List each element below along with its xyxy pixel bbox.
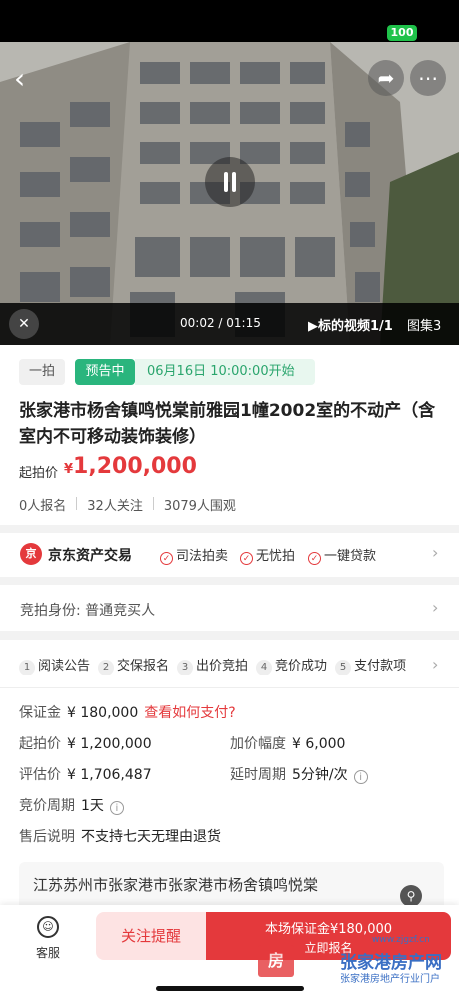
stats-row: 0人报名 32人关注 3079人围观 [19, 495, 236, 514]
extension-value: 5分钟/次 [292, 767, 348, 783]
more-button[interactable]: ⋯ [410, 60, 446, 96]
chevron-right-icon: › [432, 655, 439, 674]
appraisal-label: 评估价 [19, 767, 61, 783]
badge-label: 一键贷款 [324, 549, 377, 564]
aftersale-value: 不支持七天无理由退货 [81, 829, 221, 845]
share-button[interactable]: ➦ [368, 60, 404, 96]
divider [0, 687, 459, 688]
watermark-url: www.zjgzf.cn [372, 935, 430, 945]
start-time-tag: 06月16日 10:00:00开始 [135, 359, 315, 385]
gallery-tab[interactable]: 图集3 [407, 315, 441, 334]
aftersale-label: 售后说明 [19, 829, 75, 845]
start-price-row: 起拍价 ¥ 1,200,000 [19, 733, 152, 753]
step-item: 1 阅读公告 [19, 655, 90, 675]
share-icon: ➦ [377, 66, 395, 90]
mute-button[interactable]: ✕ [9, 309, 39, 339]
signup-count: 0人报名 [19, 499, 67, 514]
start-price-label: 起拍价 [19, 466, 59, 481]
start-label: 起拍价 [19, 736, 61, 752]
customer-service-icon[interactable]: ☺ [37, 916, 59, 938]
jd-logo-icon: 京 [20, 543, 42, 565]
deposit-row: 保证金 ¥ 180,000 查看如何支付? [19, 702, 236, 722]
bidder-identity: 竞拍身份: 普通竞买人 [20, 603, 156, 619]
info-icon[interactable]: i [353, 770, 368, 784]
chevron-right-icon: › [432, 543, 439, 562]
video-tab[interactable]: ▶标的视频1/1 [308, 315, 393, 334]
badge-label: 无忧拍 [256, 549, 296, 564]
appraisal-value: ¥ 1,706,487 [67, 767, 152, 783]
aftersale-row: 售后说明 不支持七天无理由退货 [19, 826, 221, 846]
cycle-row: 竞价周期 1天 i [19, 795, 124, 815]
increment-row: 加价幅度 ¥ 6,000 [230, 733, 345, 753]
auction-detail-page: 100 ‹ ➦ ⋯ ✕ 00:02 / 01:15 ▶标的视频1/1 图集3 一… [0, 0, 459, 999]
view-count: 3079人围观 [163, 499, 236, 514]
badge-judicial: ✓ 司法拍卖 [160, 545, 228, 565]
how-to-pay-link[interactable]: 查看如何支付? [144, 705, 235, 721]
info-icon[interactable]: i [109, 801, 124, 815]
start-price-value: 1,200,000 [73, 454, 197, 479]
start-value: ¥ 1,200,000 [67, 736, 152, 752]
step-item: 4 竞价成功 [256, 655, 327, 675]
divider [152, 497, 154, 510]
start-price: ¥1,200,000 [64, 454, 197, 479]
badge-worry-free: ✓ 无忧拍 [240, 545, 295, 565]
deposit-value: ¥ 180,000 [67, 705, 139, 721]
increment-value: ¥ 6,000 [292, 736, 346, 752]
follow-reminder-button[interactable]: 关注提醒 [96, 912, 206, 960]
watermark-logo: 房 [258, 945, 294, 977]
step-item: 3 出价竞拍 [177, 655, 248, 675]
increment-label: 加价幅度 [230, 736, 286, 752]
chevron-right-icon: › [432, 598, 439, 617]
home-indicator[interactable] [156, 986, 304, 991]
watermark-subtitle: 张家港房地产行业门户 [340, 974, 440, 985]
back-icon[interactable]: ‹ [14, 65, 40, 93]
speaker-mute-icon: ✕ [18, 316, 30, 332]
badge-label: 司法拍卖 [176, 549, 229, 564]
appraisal-row: 评估价 ¥ 1,706,487 [19, 764, 152, 784]
location-pin-icon[interactable]: ⚲ [400, 885, 422, 907]
cycle-label: 竞价周期 [19, 798, 75, 814]
video-time: 00:02 / 01:15 [180, 316, 261, 330]
step-item: 2 交保报名 [98, 655, 169, 675]
badge-loan: ✓ 一键贷款 [308, 545, 376, 565]
customer-service-label[interactable]: 客服 [36, 944, 60, 961]
listing-title: 张家港市杨舍镇鸣悦棠前雅园1幢2002室的不动产（含室内不可移动装饰装修） [19, 401, 436, 447]
more-icon: ⋯ [418, 66, 438, 90]
extension-row: 延时周期 5分钟/次 i [230, 764, 368, 784]
currency-symbol: ¥ [64, 462, 74, 477]
step-item: 5 支付款项 [335, 655, 406, 675]
round-tag: 一拍 [19, 359, 65, 385]
address-text: 江苏苏州市张家港市张家港市杨舍镇鸣悦棠 [33, 876, 319, 894]
check-icon: ✓ [160, 552, 173, 565]
pause-button[interactable] [205, 157, 255, 207]
check-icon: ✓ [308, 552, 321, 565]
battery-indicator: 100 [387, 25, 417, 41]
auction-steps[interactable]: 1 阅读公告 2 交保报名 3 出价竞拍 4 竞价成功 5 支付款项 [19, 655, 444, 675]
status-badge: 预告中 [75, 359, 135, 385]
cycle-value: 1天 [81, 798, 104, 814]
extension-label: 延时周期 [230, 767, 286, 783]
follow-count: 32人关注 [87, 499, 143, 514]
jd-brand-name: 京东资产交易 [48, 548, 132, 564]
check-icon: ✓ [240, 552, 253, 565]
deposit-label: 保证金 [19, 705, 61, 721]
divider [76, 497, 78, 510]
